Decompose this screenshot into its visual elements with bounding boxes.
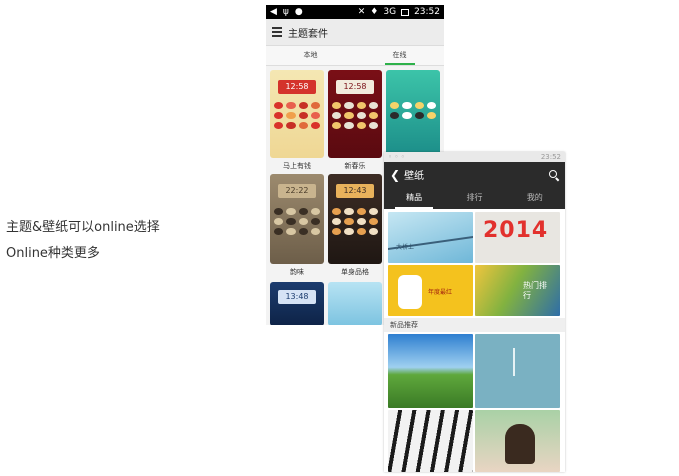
banner-text: 大桥上 [396, 244, 415, 251]
tab-bar: 精品 排行 我的 [384, 187, 565, 209]
caption-line-2: Online种类更多 [6, 246, 100, 261]
chat-icon: ● [294, 7, 303, 17]
theme-label: 新春乐 [344, 162, 366, 170]
wallpaper-banner[interactable]: 热门排行 [475, 265, 560, 316]
notification-icon: ◀ [270, 7, 277, 17]
theme-clock: 13:48 [278, 290, 316, 304]
theme-icons [332, 208, 378, 235]
road-line [513, 348, 515, 376]
status-dots: ◦ ◦ ◦ [388, 153, 405, 161]
wallpaper-thumb[interactable] [388, 410, 473, 472]
theme-card[interactable]: 13:48 [270, 282, 324, 325]
theme-clock: 12:58 [278, 80, 316, 94]
search-icon[interactable] [549, 169, 559, 180]
tab-online[interactable]: 在线 [355, 46, 444, 65]
status-bar: ◀ ψ ● ✕ ♦ 3G 23:52 [266, 5, 444, 19]
wallpaper-banner[interactable]: 大桥上 [388, 212, 473, 263]
caption-line-1: 主题&壁纸可以online选择 [6, 220, 160, 235]
wallpaper-thumb[interactable] [475, 334, 560, 408]
theme-card[interactable] [386, 70, 440, 158]
theme-label: 韵味 [290, 268, 304, 276]
theme-card[interactable] [328, 282, 382, 325]
theme-card[interactable]: 12:43 [328, 174, 382, 264]
theme-card[interactable]: 12:58 [270, 70, 324, 158]
menu-icon[interactable] [272, 27, 282, 37]
theme-icons [274, 102, 320, 129]
tab-mine[interactable]: 我的 [505, 187, 565, 209]
theme-clock: 12:58 [336, 80, 374, 94]
theme-label: 马上有钱 [283, 162, 311, 170]
cartoon-figure [398, 275, 422, 309]
wallpaper-thumb[interactable] [475, 410, 560, 472]
signal-label: 3G [383, 7, 397, 17]
header: 主题套件 [266, 19, 444, 46]
header: ❮ 壁纸 [384, 162, 565, 187]
theme-label: 单身品格 [341, 268, 369, 276]
banner-text: 2014 [483, 218, 549, 243]
wallpaper-banner[interactable]: 年度最红 [388, 265, 473, 316]
wallpaper-thumb[interactable] [388, 334, 473, 408]
theme-card[interactable]: 12:58 [328, 70, 382, 158]
tab-featured[interactable]: 精品 [384, 187, 444, 209]
theme-clock: 12:43 [336, 184, 374, 198]
page-title: 壁纸 [404, 171, 425, 182]
caption: 主题&壁纸可以online选择 Online种类更多 [6, 215, 256, 267]
banner-text: 年度最红 [428, 289, 453, 296]
battery-icon [401, 8, 410, 16]
tab-ranking[interactable]: 排行 [444, 187, 504, 209]
theme-icons [332, 102, 378, 129]
page-title: 主题套件 [288, 28, 328, 40]
wallpaper-phone-screen: ◦ ◦ ◦ 23:52 ❮ 壁纸 精品 排行 我的 大桥上 2014 年度最红 … [384, 152, 565, 472]
theme-clock: 22:22 [278, 184, 316, 198]
status-time: 23:52 [414, 7, 440, 17]
section-title: 新品推荐 [384, 318, 565, 332]
theme-icons [390, 102, 436, 119]
status-time: 23:52 [540, 153, 561, 161]
theme-card[interactable]: 22:22 [270, 174, 324, 264]
back-icon[interactable]: ❮ [390, 168, 400, 182]
vibrate-icon: ♦ [370, 7, 379, 17]
portrait-figure [505, 424, 535, 464]
banner-text: 热门排行 [523, 281, 547, 300]
status-bar: ◦ ◦ ◦ 23:52 [384, 152, 565, 162]
mute-icon: ✕ [357, 7, 366, 17]
usb-icon: ψ [282, 7, 289, 17]
wallpaper-banner[interactable]: 2014 [475, 212, 560, 263]
tab-bar: 本地 在线 [266, 46, 444, 66]
tab-local[interactable]: 本地 [266, 46, 355, 65]
theme-icons [274, 208, 320, 235]
